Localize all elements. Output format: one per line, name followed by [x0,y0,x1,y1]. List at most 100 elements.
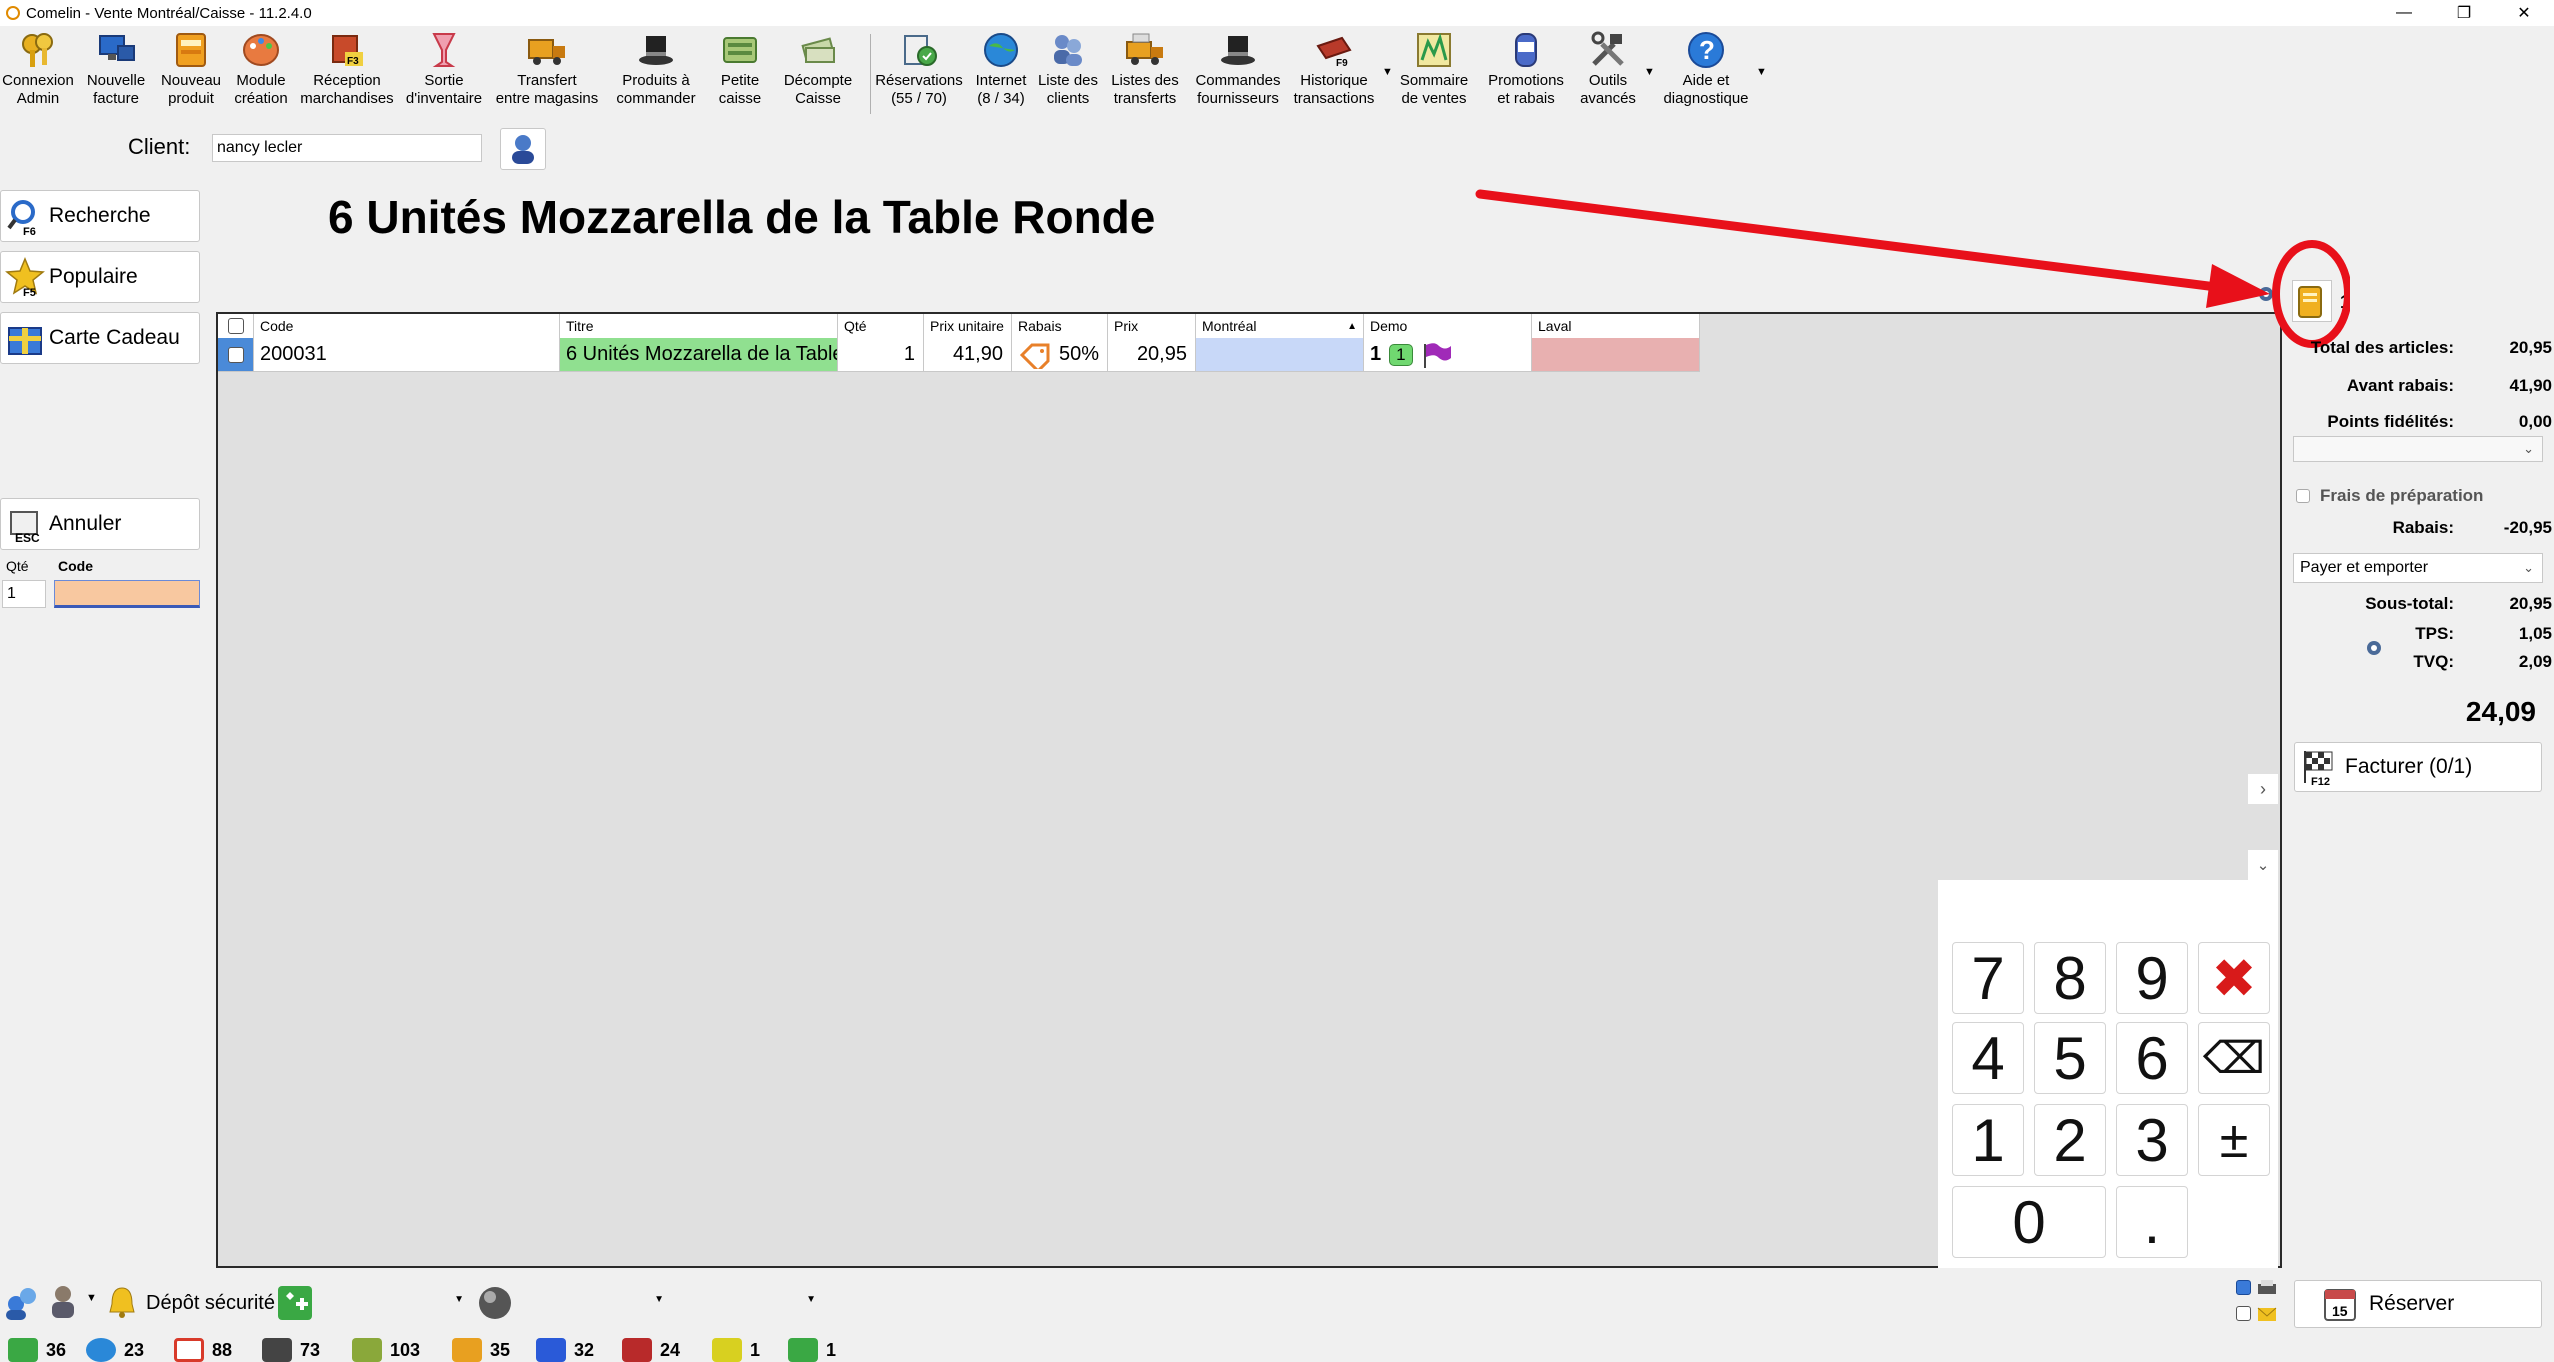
key-9[interactable]: 9 [2116,942,2188,1014]
select-all-cell[interactable] [218,314,254,338]
cell-unit-price[interactable]: 41,90 [924,338,1012,371]
toolbar-client-list[interactable]: Liste des clients [1036,30,1100,116]
reserve-button[interactable]: 15 Réserver [2294,1280,2542,1328]
toolbar-petty-cash[interactable]: Petite caisse [712,30,768,116]
count-item[interactable]: 23 [86,1338,144,1362]
col-title[interactable]: Titre [560,314,838,338]
device-select[interactable]: ▼ [518,1290,666,1316]
sphere-icon[interactable] [476,1284,514,1322]
loyalty-select[interactable]: ⌄ [2293,436,2543,462]
clients-icon [1048,30,1088,70]
expand-down-button[interactable]: ⌄ [2248,850,2278,880]
count-item[interactable]: 103 [352,1338,420,1362]
key-4[interactable]: 4 [1952,1022,2024,1094]
key-clear[interactable]: ✖ [2198,942,2270,1014]
cell-qty[interactable]: 1 [838,338,924,371]
help-dropdown-arrow[interactable]: ▼ [1756,66,1767,78]
qty-input[interactable] [2,580,46,608]
count-item[interactable]: 73 [262,1338,320,1362]
chevron-down-icon: ▼ [806,1294,816,1305]
key-5[interactable]: 5 [2034,1022,2106,1094]
maximize-button[interactable]: ❐ [2434,0,2494,26]
cell-code[interactable]: 200031 [254,338,560,371]
key-6[interactable]: 6 [2116,1022,2188,1094]
toolbar-creation-module[interactable]: Module création [228,30,294,116]
col-montreal[interactable]: Montréal ▲ [1196,314,1364,338]
toolbar-internet[interactable]: Internet (8 / 34) [968,30,1034,116]
key-7[interactable]: 7 [1952,942,2024,1014]
toolbar-transfer-list[interactable]: Listes des transferts [1104,30,1186,116]
toolbar-goods-reception[interactable]: F3 Réception marchandises [298,30,396,116]
toolbar-login-admin[interactable]: Connexion Admin [0,30,76,116]
count-item[interactable]: 32 [536,1338,594,1362]
toolbar-cash-count[interactable]: Décompte Caisse [776,30,860,116]
green-flag-icon [788,1338,818,1362]
count-item[interactable]: 36 [8,1338,66,1362]
key-0[interactable]: 0 [1952,1186,2106,1258]
gift-card-button[interactable]: Carte Cadeau [0,312,200,364]
key-2[interactable]: 2 [2034,1104,2106,1176]
toolbar-products-to-order[interactable]: Produits à commander [610,30,702,116]
terminal-select[interactable]: ▼ [318,1290,466,1316]
key-plus-minus[interactable]: ± [2198,1104,2270,1176]
sale-mode-select[interactable]: Payer et emporter ⌄ [2293,553,2543,583]
printer-select[interactable]: ▼ [670,1290,818,1316]
security-bell-icon[interactable] [106,1284,138,1320]
cell-price[interactable]: 20,95 [1108,338,1196,371]
count-item[interactable]: 88 [174,1338,232,1362]
key-3[interactable]: 3 [2116,1104,2188,1176]
user-dropdown-arrow[interactable]: ▼ [86,1292,97,1304]
key-8[interactable]: 8 [2034,942,2106,1014]
cancel-button[interactable]: ESC Annuler [0,498,200,550]
search-button[interactable]: F6 Recherche [0,190,200,242]
count-item[interactable]: 1 [712,1338,760,1362]
key-1[interactable]: 1 [1952,1104,2024,1176]
add-phone-icon[interactable] [276,1284,314,1322]
prep-fee-checkbox[interactable] [2296,489,2310,503]
col-code[interactable]: Code [254,314,560,338]
key-decimal[interactable]: . [2116,1186,2188,1258]
cell-discount[interactable]: 50% [1012,338,1108,371]
count-item[interactable]: 35 [452,1338,510,1362]
toolbar-supplier-orders[interactable]: Commandes fournisseurs [1192,30,1284,116]
toolbar-transaction-history[interactable]: F9 Historique transactions [1290,30,1378,116]
row-select-cell[interactable] [218,338,254,371]
user-icon[interactable] [46,1282,80,1322]
select-all-checkbox[interactable] [227,318,244,334]
email-checkbox[interactable] [2236,1306,2251,1321]
row-checkbox[interactable] [227,346,244,363]
toolbar-new-invoice[interactable]: Nouvelle facture [80,30,152,116]
key-backspace[interactable]: ⌫ [2198,1022,2270,1094]
col-discount[interactable]: Rabais [1012,314,1108,338]
client-lookup-button[interactable] [500,128,546,170]
toolbar-help-diagnostic[interactable]: ? Aide et diagnostique [1656,30,1756,116]
prep-fee-row[interactable]: Frais de préparation [2296,486,2483,506]
close-button[interactable]: ✕ [2494,0,2554,26]
toolbar-sales-summary[interactable]: Sommaire de ventes [1396,30,1472,116]
print-checkbox[interactable] [2236,1280,2251,1295]
col-price[interactable]: Prix [1108,314,1196,338]
toolbar-reservations[interactable]: Réservations (55 / 70) [874,30,964,116]
toolbar-inventory-exit[interactable]: Sortie d'inventaire [400,30,488,116]
history-dropdown-arrow[interactable]: ▼ [1382,66,1393,78]
toolbar-new-product[interactable]: Nouveau produit [156,30,226,116]
tools-dropdown-arrow[interactable]: ▼ [1644,66,1655,78]
minimize-button[interactable]: — [2374,0,2434,26]
cell-montreal[interactable] [1196,338,1364,371]
purple-flag-icon [1423,342,1451,368]
yellow-flag-icon [712,1338,742,1362]
toolbar-store-transfer[interactable]: Transfert entre magasins [494,30,600,116]
toolbar-promotions[interactable]: Promotions et rabais [1482,30,1570,116]
chat-users-icon[interactable] [2,1282,42,1322]
cell-title[interactable]: 6 Unités Mozzarella de la Table Ronde [560,338,838,371]
count-item[interactable]: 24 [622,1338,680,1362]
popular-button[interactable]: F5 Populaire [0,251,200,303]
expand-right-button[interactable]: › [2248,774,2278,804]
toolbar-advanced-tools[interactable]: Outils avancés [1576,30,1640,116]
col-unit-price[interactable]: Prix unitaire [924,314,1012,338]
invoice-button[interactable]: F12 Facturer (0/1) [2294,742,2542,792]
code-input[interactable] [54,580,200,608]
client-name-field[interactable] [212,134,482,162]
count-item[interactable]: 1 [788,1338,836,1362]
col-qty[interactable]: Qté [838,314,924,338]
